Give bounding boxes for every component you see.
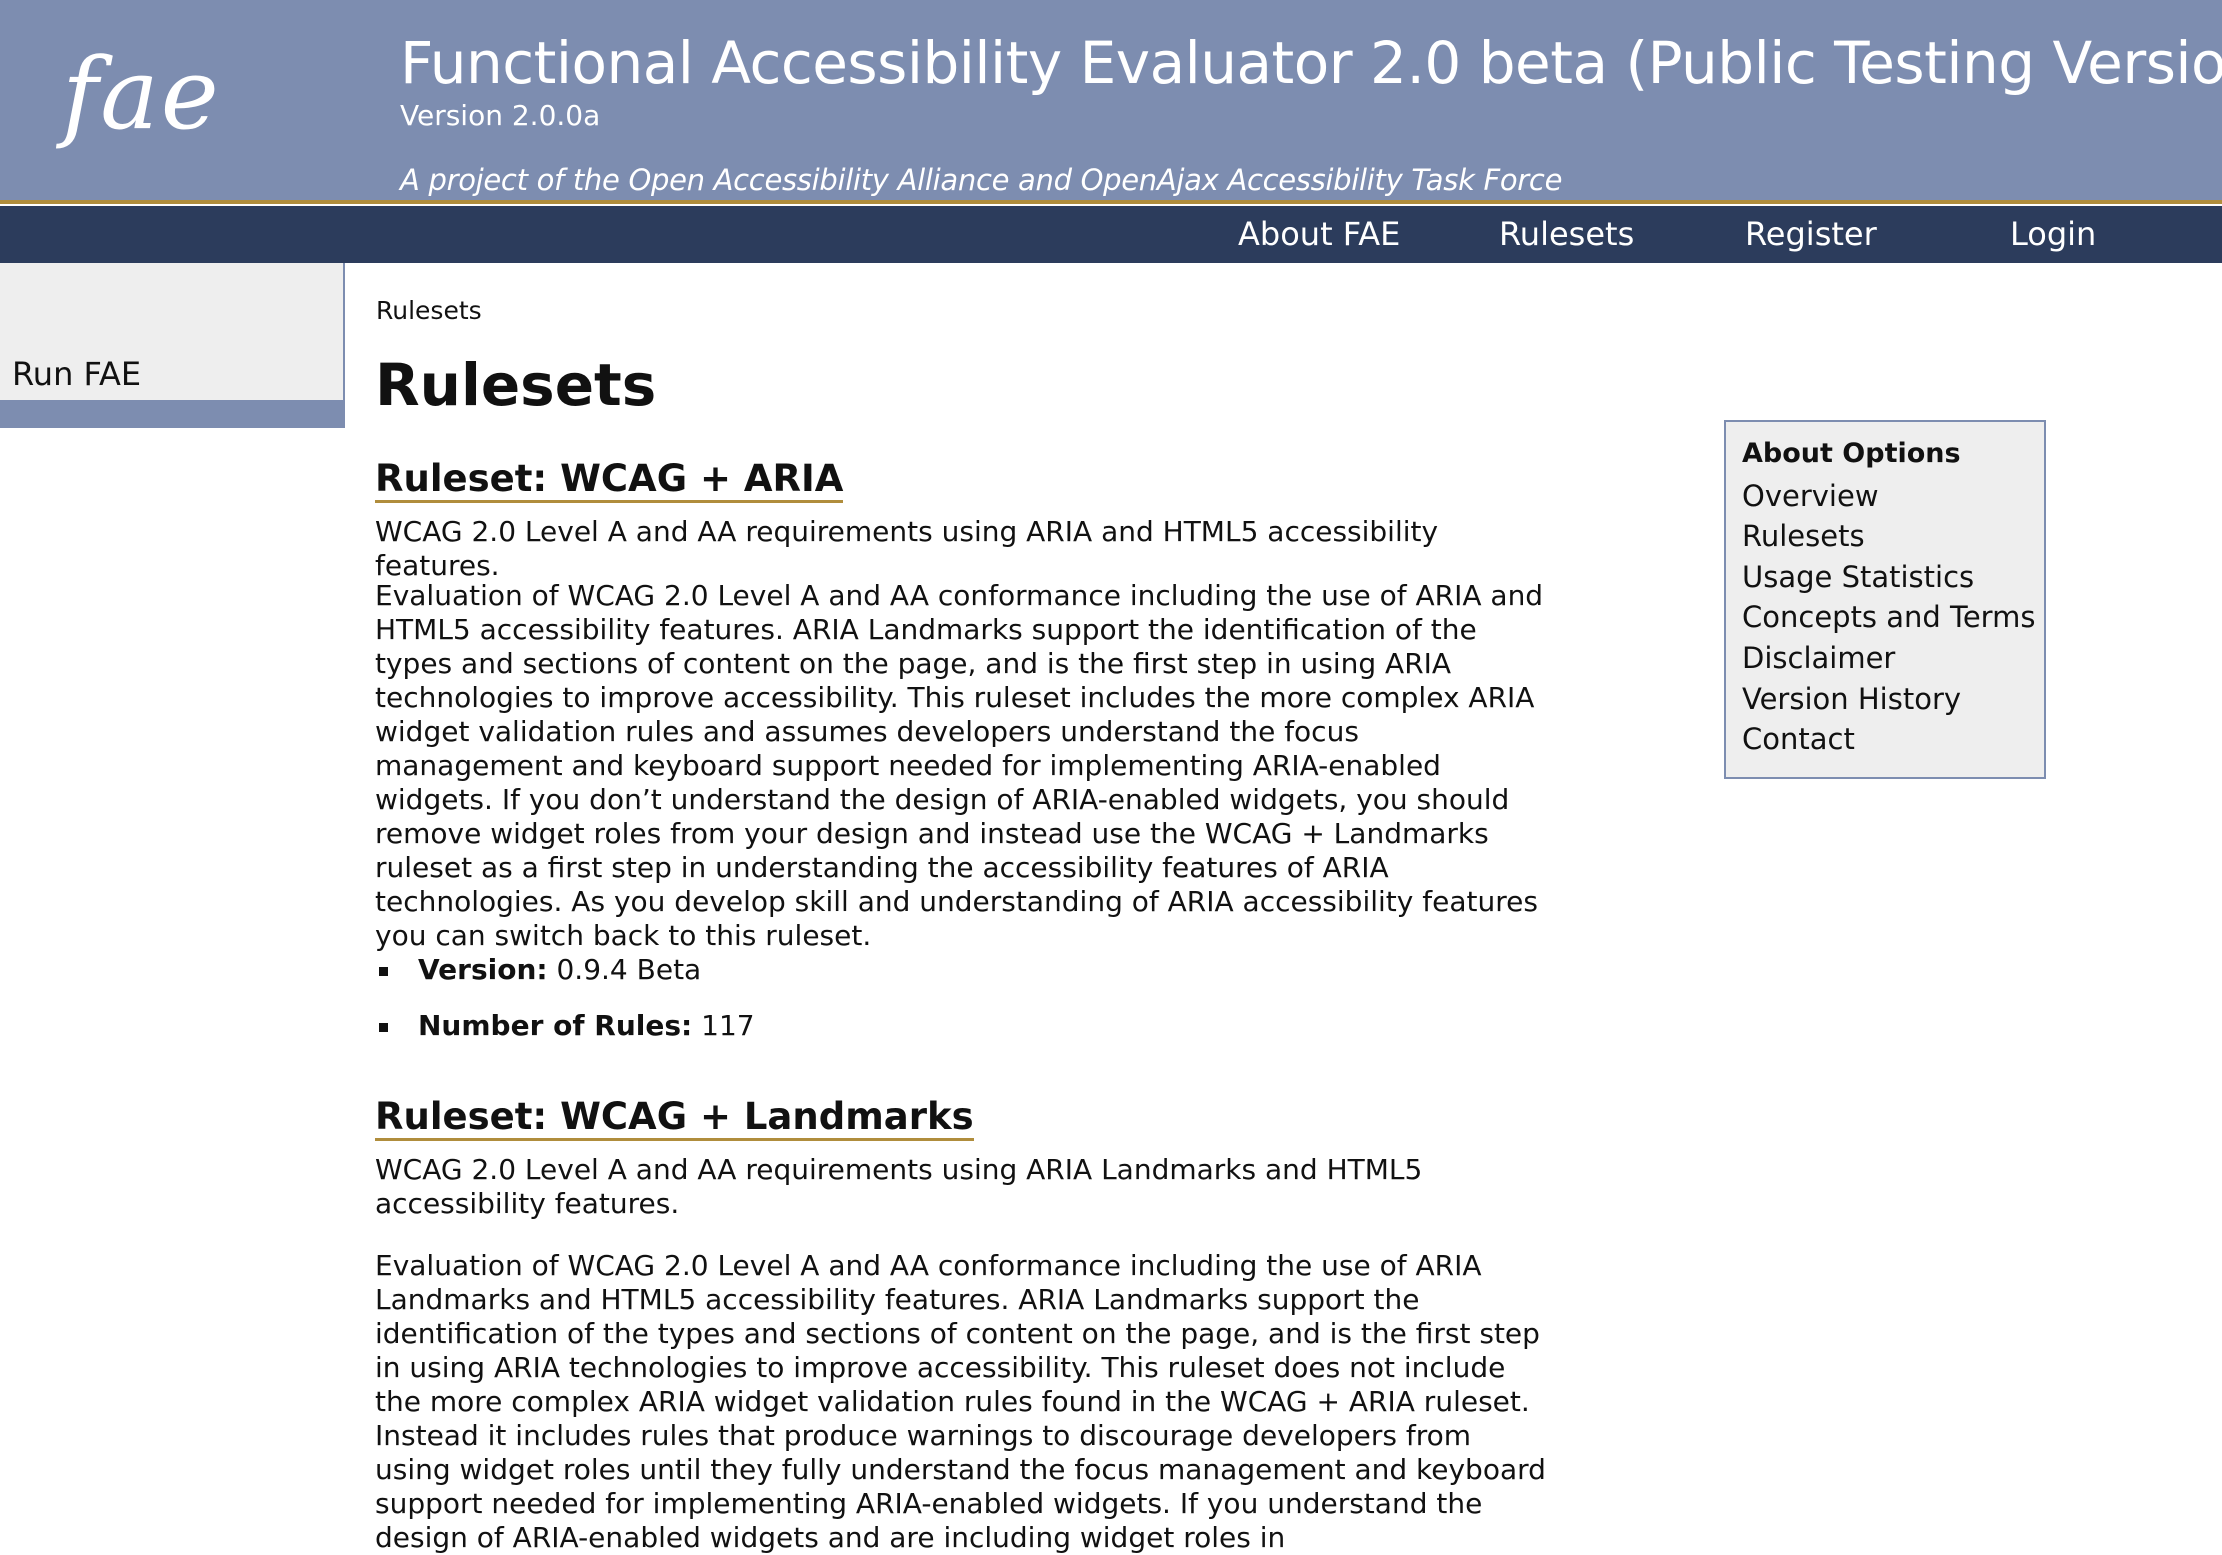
site-header: fae Functional Accessibility Evaluator 2…: [0, 0, 2222, 204]
app-tagline: A project of the Open Accessibility Alli…: [400, 163, 1563, 197]
options-link-rulesets[interactable]: Rulesets: [1742, 522, 1865, 551]
fae-logo[interactable]: fae: [62, 46, 221, 144]
ruleset-heading-wcag-landmarks: Ruleset: WCAG + Landmarks: [375, 1098, 974, 1141]
page-title: Rulesets: [375, 351, 657, 419]
bullet-square-icon: [379, 967, 388, 976]
about-options-heading: About Options: [1742, 438, 1961, 469]
options-link-disclaimer[interactable]: Disclaimer: [1742, 644, 1895, 673]
ruleset-summary: WCAG 2.0 Level A and AA requirements usi…: [375, 1153, 1423, 1220]
nav-rulesets[interactable]: Rulesets: [1499, 218, 1634, 250]
breadcrumb[interactable]: Rulesets: [376, 298, 482, 323]
list-item: Number of Rules: 117: [375, 1009, 755, 1043]
options-link-concepts-and-terms[interactable]: Concepts and Terms: [1742, 603, 2035, 632]
ruleset-heading-wcag-aria: Ruleset: WCAG + ARIA: [375, 460, 844, 503]
options-link-overview[interactable]: Overview: [1742, 482, 1879, 511]
sidebar-divider: [0, 400, 345, 428]
options-link-usage-statistics[interactable]: Usage Statistics: [1742, 563, 1974, 592]
nav-login[interactable]: Login: [2010, 218, 2096, 250]
bullet-square-icon: [379, 1023, 388, 1032]
top-navigation: About FAE Rulesets Register Login: [0, 206, 2222, 263]
rules-count-value: 117: [701, 1009, 755, 1042]
nav-register[interactable]: Register: [1745, 218, 1877, 250]
about-options-panel: About Options Overview Rulesets Usage St…: [1724, 420, 2046, 779]
version-label: Version:: [418, 953, 548, 986]
ruleset-description: Evaluation of WCAG 2.0 Level A and AA co…: [375, 1249, 1546, 1554]
sidebar-item-run-fae[interactable]: Run FAE: [12, 358, 141, 390]
app-version: Version 2.0.0a: [400, 99, 601, 132]
app-title: Functional Accessibility Evaluator 2.0 b…: [400, 29, 2222, 97]
ruleset-details: Version: 0.9.4 Beta Number of Rules: 117: [375, 953, 755, 1065]
ruleset-description: Evaluation of WCAG 2.0 Level A and AA co…: [375, 579, 1544, 952]
nav-about-fae[interactable]: About FAE: [1238, 218, 1400, 250]
options-link-contact[interactable]: Contact: [1742, 725, 1855, 754]
rules-count-label: Number of Rules:: [418, 1009, 693, 1042]
options-link-version-history[interactable]: Version History: [1742, 685, 1961, 714]
ruleset-summary: WCAG 2.0 Level A and AA requirements usi…: [375, 515, 1439, 582]
list-item: Version: 0.9.4 Beta: [375, 953, 755, 987]
version-value: 0.9.4 Beta: [556, 953, 702, 986]
